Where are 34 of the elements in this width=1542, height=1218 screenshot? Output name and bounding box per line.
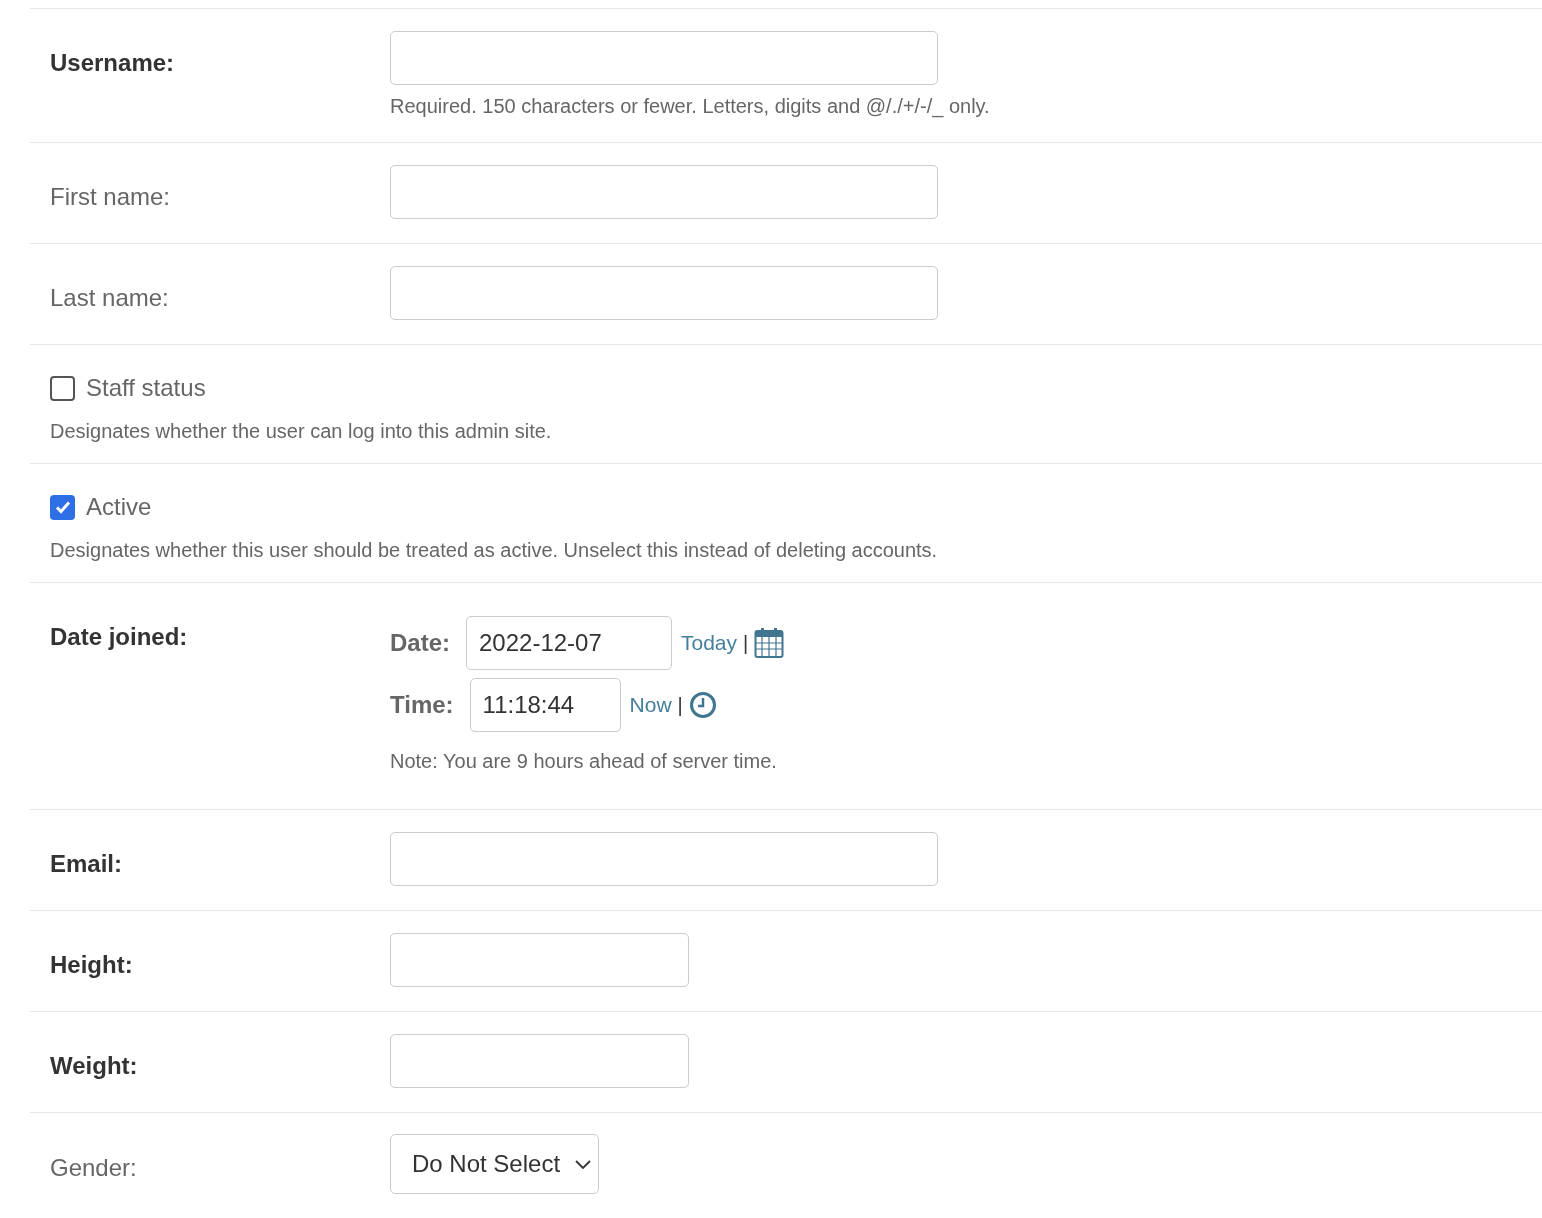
- checkbox-label: Staff status: [86, 373, 206, 403]
- text-input[interactable]: [390, 165, 938, 219]
- text-input[interactable]: [390, 933, 689, 987]
- text-input[interactable]: [390, 31, 938, 85]
- checkbox[interactable]: [50, 494, 75, 520]
- checkbox[interactable]: [50, 375, 75, 401]
- field-label: Gender:: [50, 1154, 137, 1181]
- help-text: Required. 150 characters or fewer. Letters, digits and @/./+/-/_ only.: [390, 95, 990, 118]
- time-label: Time:: [390, 690, 454, 720]
- date-input[interactable]: 2022-12-07: [466, 616, 672, 670]
- clock-icon[interactable]: [688, 691, 717, 719]
- field-label: Date joined:: [50, 623, 188, 650]
- text-input[interactable]: [390, 832, 938, 886]
- shortcut-link[interactable]: Today: [681, 627, 738, 659]
- field-label: First name:: [50, 183, 171, 210]
- help-text: Designates whether this user should be treated as active. Unselect this instead of deleting accounts.: [50, 539, 939, 562]
- separator-text: |: [677, 693, 683, 718]
- shortcut-link[interactable]: Now: [629, 689, 672, 721]
- field-label: Weight:: [50, 1052, 138, 1079]
- field-label: Username:: [50, 49, 175, 76]
- text-input[interactable]: [390, 1034, 689, 1088]
- time-input[interactable]: 11:18:44: [469, 678, 621, 732]
- field-label: Last name:: [50, 284, 169, 311]
- chevron-down-icon: [574, 1158, 593, 1170]
- text-input[interactable]: [390, 266, 938, 320]
- date-label: Date:: [390, 628, 450, 658]
- calendar-icon[interactable]: [754, 627, 785, 659]
- help-text: Designates whether the user can log into this admin site.: [50, 420, 553, 443]
- separator-text: |: [743, 631, 749, 656]
- checkbox-label: Active: [86, 492, 152, 522]
- note-text: Note: You are 9 hours ahead of server time.: [390, 750, 778, 773]
- field-label: Height:: [50, 951, 133, 978]
- field-label: Email:: [50, 850, 123, 877]
- select-dropdown[interactable]: Do Not Select: [390, 1134, 600, 1194]
